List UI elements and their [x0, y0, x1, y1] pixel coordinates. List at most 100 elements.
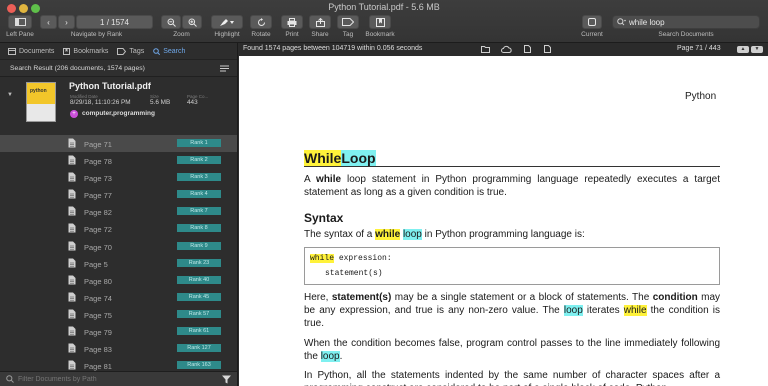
- disclosure-triangle-icon[interactable]: ▼: [7, 92, 13, 98]
- result-page-row[interactable]: Page 71 Rank 1: [0, 135, 237, 153]
- page-icon: [68, 223, 76, 233]
- paragraph-intro: A while loop statement in Python program…: [304, 173, 720, 199]
- paragraph-statements: Here, statement(s) may be a single state…: [304, 291, 720, 330]
- page-icon: [68, 138, 76, 148]
- search-result-header: Search Result (206 documents, 1574 pages…: [0, 60, 237, 77]
- rank-badge: Rank 61: [177, 327, 221, 336]
- square-icon: [588, 18, 596, 26]
- list-options-icon[interactable]: [220, 65, 229, 72]
- result-page-label: Page 82: [84, 208, 112, 218]
- highlight-match-while: while: [310, 254, 335, 263]
- running-header: Python: [685, 91, 717, 102]
- page-icon: [68, 189, 76, 199]
- rank-badge: Rank 57: [177, 309, 221, 318]
- rank-badge: Rank 163: [177, 361, 221, 370]
- page-number-field[interactable]: 1 / 1574: [76, 15, 153, 29]
- page-icon: [68, 172, 76, 182]
- triangle-down-icon: ▼: [754, 46, 760, 52]
- current-button[interactable]: [582, 15, 602, 29]
- highlighter-icon: [220, 18, 234, 26]
- result-page-label: Page 70: [84, 242, 112, 252]
- document-icon[interactable]: [524, 45, 531, 53]
- previous-button[interactable]: ‹: [40, 15, 57, 29]
- document-title: Python Tutorial.pdf: [69, 81, 151, 91]
- search-input[interactable]: while loop: [612, 15, 760, 29]
- result-page-label: Page 80: [84, 276, 112, 286]
- document-tags: computer,programming: [82, 110, 155, 117]
- cloud-icon[interactable]: [501, 45, 512, 53]
- tag-button[interactable]: [337, 15, 359, 29]
- filter-input[interactable]: [18, 375, 198, 383]
- result-page-row[interactable]: Page 77 Rank 4: [0, 186, 237, 203]
- bold-statements: statement(s): [331, 292, 392, 303]
- search-icon: [153, 47, 161, 55]
- result-page-row[interactable]: Page 80 Rank 40: [0, 272, 237, 289]
- result-page-label: Page 5: [84, 259, 108, 269]
- result-page-row[interactable]: Page 5 Rank 23: [0, 255, 237, 272]
- print-button[interactable]: [281, 15, 303, 29]
- next-result-button[interactable]: ▼: [751, 46, 763, 53]
- bookmark-button[interactable]: [369, 15, 391, 29]
- document-result[interactable]: ▼ python Python Tutorial.pdf Modified Da…: [0, 77, 237, 127]
- zoom-in-button[interactable]: [182, 15, 202, 29]
- result-page-row[interactable]: Page 70 Rank 9: [0, 238, 237, 255]
- document-icon[interactable]: [544, 45, 551, 53]
- search-documents-label: Search Documents: [658, 31, 714, 38]
- result-page-row[interactable]: Page 73 Rank 3: [0, 169, 237, 186]
- rank-badge: Rank 23: [177, 258, 221, 267]
- tab-bookmarks[interactable]: Bookmarks: [63, 47, 109, 55]
- previous-result-button[interactable]: ▲: [737, 46, 749, 53]
- result-page-label: Page 83: [84, 345, 112, 355]
- result-page-label: Page 72: [84, 225, 112, 235]
- tab-documents[interactable]: Documents: [8, 47, 55, 55]
- text-run: Here,: [304, 292, 332, 303]
- search-icon: [6, 375, 14, 383]
- result-page-label: Page 75: [84, 310, 112, 320]
- result-page-label: Page 77: [84, 191, 112, 201]
- window-title: Python Tutorial.pdf - 5.6 MB: [328, 2, 440, 12]
- rotate-button[interactable]: [250, 15, 272, 29]
- result-page-row[interactable]: Page 82 Rank 7: [0, 203, 237, 220]
- tab-bookmarks-label: Bookmarks: [73, 47, 109, 55]
- text-run: may be a single statement or a block of …: [391, 292, 653, 303]
- page-icon: [68, 360, 76, 370]
- result-page-row[interactable]: Page 74 Rank 45: [0, 289, 237, 306]
- share-button[interactable]: [309, 15, 331, 29]
- page-indicator: Page 71 / 443: [677, 45, 721, 52]
- text-run: iterates: [582, 305, 624, 316]
- navigate-label: Navigate by Rank: [70, 31, 123, 38]
- search-icon: [617, 18, 626, 26]
- result-page-row[interactable]: Page 78 Rank 2: [0, 152, 237, 169]
- tab-documents-label: Documents: [19, 47, 55, 55]
- share-label: Share: [311, 31, 329, 38]
- result-page-row[interactable]: Page 72 Rank 8: [0, 220, 237, 237]
- result-page-row[interactable]: Page 79 Rank 61: [0, 323, 237, 340]
- folder-icon[interactable]: [481, 45, 490, 53]
- code-line-1: while expression:: [310, 254, 392, 263]
- tab-search-label: Search: [163, 47, 186, 55]
- rank-badge: Rank 40: [177, 275, 221, 284]
- next-button[interactable]: ›: [58, 15, 75, 29]
- paragraph-condition: When the condition becomes false, progra…: [304, 337, 720, 363]
- zoom-in-icon: [188, 18, 197, 27]
- code-text: expression:: [334, 254, 392, 263]
- page-icon: [68, 155, 76, 165]
- text-run: loop statement in Python programming lan…: [304, 174, 720, 198]
- code-block: while expression: statement(s): [304, 247, 720, 285]
- document-cover-text: python: [30, 88, 47, 94]
- filter-funnel-icon[interactable]: [222, 375, 231, 384]
- result-page-row[interactable]: Page 75 Rank 57: [0, 306, 237, 323]
- left-pane-label: Left Pane: [6, 31, 34, 38]
- result-page-row[interactable]: Page 83 Rank 127: [0, 340, 237, 357]
- rank-badge: Rank 3: [177, 173, 221, 182]
- text-run: A: [304, 174, 317, 185]
- result-page-list: Page 71 Rank 1 Page 78 Rank 2 Page 73 Rank 3P…: [0, 135, 237, 374]
- tab-tags[interactable]: Tags: [117, 47, 144, 55]
- zoom-out-button[interactable]: [161, 15, 181, 29]
- tab-search[interactable]: Search: [153, 48, 185, 55]
- pdf-page[interactable]: Python WhileLoop A while loop statement …: [239, 56, 768, 386]
- left-pane-button[interactable]: [8, 15, 32, 29]
- size-value: 5.6 MB: [150, 99, 171, 106]
- highlight-button[interactable]: [211, 15, 243, 29]
- tag-icon: [342, 18, 354, 26]
